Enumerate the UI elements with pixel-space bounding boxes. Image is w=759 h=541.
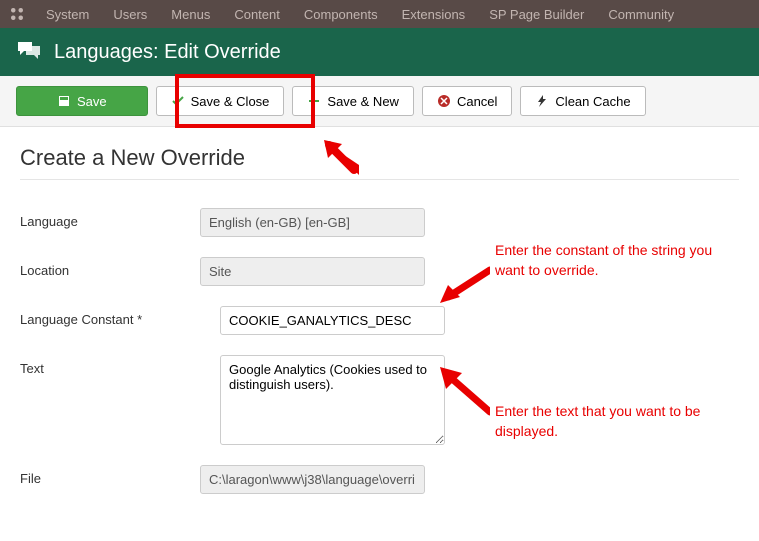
save-new-button-label: Save & New — [327, 94, 399, 109]
divider — [20, 179, 739, 180]
language-field — [200, 208, 425, 237]
content-area: Create a New Override Language Location … — [0, 127, 759, 532]
page-header-title: Languages: Edit Override — [54, 41, 281, 64]
menu-item-community[interactable]: Community — [596, 7, 686, 22]
menu-item-system[interactable]: System — [34, 7, 101, 22]
apply-icon — [57, 94, 71, 108]
clean-cache-button-label: Clean Cache — [555, 94, 630, 109]
toolbar: Save Save & Close Save & New Cancel Clea… — [0, 76, 759, 127]
save-new-button[interactable]: Save & New — [292, 86, 414, 116]
speech-bubbles-icon — [16, 40, 42, 65]
language-constant-input[interactable] — [220, 306, 445, 335]
save-button-label: Save — [77, 94, 107, 109]
check-icon — [171, 94, 185, 108]
menu-item-extensions[interactable]: Extensions — [390, 7, 478, 22]
file-field — [200, 465, 425, 494]
cancel-button-label: Cancel — [457, 94, 497, 109]
menu-item-content[interactable]: Content — [222, 7, 292, 22]
clean-cache-button[interactable]: Clean Cache — [520, 86, 645, 116]
cancel-button[interactable]: Cancel — [422, 86, 512, 116]
text-label: Text — [20, 355, 200, 376]
menu-item-menus[interactable]: Menus — [159, 7, 222, 22]
cancel-icon — [437, 94, 451, 108]
page-title: Create a New Override — [20, 145, 739, 171]
file-label: File — [20, 465, 200, 486]
location-field — [200, 257, 425, 286]
menu-item-components[interactable]: Components — [292, 7, 390, 22]
menu-item-sp-page-builder[interactable]: SP Page Builder — [477, 7, 596, 22]
language-label: Language — [20, 208, 200, 229]
header-bar: Languages: Edit Override — [0, 28, 759, 76]
constant-label: Language Constant * — [20, 306, 200, 327]
top-menu: System Users Menus Content Components Ex… — [0, 0, 759, 28]
bolt-icon — [535, 94, 549, 108]
location-label: Location — [20, 257, 200, 278]
joomla-icon — [8, 5, 26, 23]
save-close-button-label: Save & Close — [191, 94, 270, 109]
save-button[interactable]: Save — [16, 86, 148, 116]
plus-icon — [307, 94, 321, 108]
text-input[interactable] — [220, 355, 445, 445]
save-close-button[interactable]: Save & Close — [156, 86, 285, 116]
menu-item-users[interactable]: Users — [101, 7, 159, 22]
